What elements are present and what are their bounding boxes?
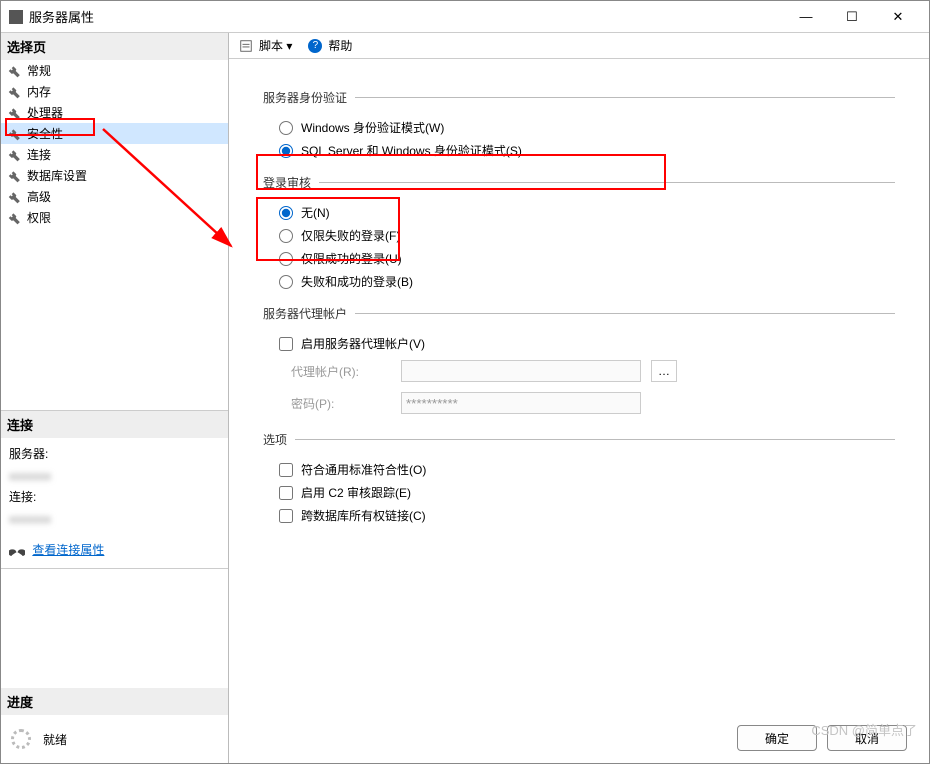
progress-block: 就绪 — [1, 715, 228, 763]
titlebar: 服务器属性 — ☐ ✕ — [1, 1, 929, 33]
audit-fail-label: 仅限失败的登录(F) — [301, 227, 400, 244]
wrench-icon — [7, 127, 21, 141]
sidebar-item-label: 连接 — [27, 146, 51, 163]
close-button[interactable]: ✕ — [875, 2, 921, 32]
progress-text: 就绪 — [43, 731, 67, 748]
sidebar-item-label: 常规 — [27, 62, 51, 79]
connection-value: xxxxxxx — [9, 509, 220, 531]
sidebar-item-database-settings[interactable]: 数据库设置 — [1, 165, 228, 186]
audit-fail-radio[interactable] — [279, 229, 293, 243]
proxy-pwd-input — [401, 392, 641, 414]
audit-none-radio[interactable] — [279, 206, 293, 220]
sidebar-item-advanced[interactable]: 高级 — [1, 186, 228, 207]
opt-c2-label: 启用 C2 审核跟踪(E) — [301, 484, 411, 501]
minimize-button[interactable]: — — [783, 2, 829, 32]
wrench-icon — [7, 85, 21, 99]
sidebar-item-memory[interactable]: 内存 — [1, 81, 228, 102]
sidelist-header: 选择页 — [1, 33, 228, 60]
sidebar-item-label: 安全性 — [27, 125, 63, 142]
sidebar: 选择页 常规 内存 处理器 安全性 连接 数据库设置 高级 权限 连接 服务器:… — [1, 33, 229, 763]
opt-cross-checkbox[interactable] — [279, 509, 293, 523]
view-connection-props-link[interactable]: 查看连接属性 — [32, 543, 104, 557]
wrench-icon — [7, 169, 21, 183]
spinner-icon — [11, 729, 31, 749]
cancel-button[interactable]: 取消 — [827, 725, 907, 751]
sidebar-item-permissions[interactable]: 权限 — [1, 207, 228, 228]
wrench-icon — [7, 64, 21, 78]
window-title: 服务器属性 — [29, 7, 783, 26]
sidebar-item-label: 数据库设置 — [27, 167, 87, 184]
connection-header: 连接 — [1, 410, 228, 438]
auth-windows-radio[interactable] — [279, 121, 293, 135]
proxy-enable-label: 启用服务器代理帐户(V) — [301, 335, 425, 352]
audit-both-label: 失败和成功的登录(B) — [301, 273, 413, 290]
wrench-icon — [7, 106, 21, 120]
wrench-icon — [7, 211, 21, 225]
script-icon — [239, 39, 253, 53]
options-section-title: 选项 — [263, 431, 895, 448]
audit-section-title: 登录审核 — [263, 174, 895, 191]
wrench-icon — [7, 190, 21, 204]
main-pane: 脚本 ▾ ? 帮助 服务器身份验证 Windows 身份验证模式(W) SQL … — [229, 33, 929, 763]
sidebar-item-security[interactable]: 安全性 — [1, 123, 228, 144]
connection-label: 连接: — [9, 487, 220, 509]
footer: 确定 取消 — [229, 713, 929, 763]
proxy-account-label: 代理帐户(R): — [291, 363, 401, 380]
proxy-enable-checkbox[interactable] — [279, 337, 293, 351]
connection-icon — [9, 544, 25, 558]
auth-mixed-label: SQL Server 和 Windows 身份验证模式(S) — [301, 142, 522, 159]
auth-windows-label: Windows 身份验证模式(W) — [301, 119, 444, 136]
server-label: 服务器: — [9, 444, 220, 466]
opt-c2-checkbox[interactable] — [279, 486, 293, 500]
sidebar-item-label: 处理器 — [27, 104, 63, 121]
chevron-down-icon: ▾ — [286, 39, 292, 53]
help-icon: ? — [308, 39, 322, 53]
sidebar-item-label: 内存 — [27, 83, 51, 100]
audit-succ-radio[interactable] — [279, 252, 293, 266]
audit-both-radio[interactable] — [279, 275, 293, 289]
audit-none-label: 无(N) — [301, 204, 330, 221]
proxy-browse-button[interactable]: … — [651, 360, 677, 382]
opt-compliance-checkbox[interactable] — [279, 463, 293, 477]
proxy-section-title: 服务器代理帐户 — [263, 305, 895, 322]
sidebar-item-label: 权限 — [27, 209, 51, 226]
connection-block: 服务器: xxxxxxx 连接: xxxxxxx 查看连接属性 — [1, 438, 228, 568]
audit-succ-label: 仅限成功的登录(U) — [301, 250, 402, 267]
progress-header: 进度 — [1, 688, 228, 715]
toolbar: 脚本 ▾ ? 帮助 — [229, 33, 929, 59]
proxy-account-input — [401, 360, 641, 382]
wrench-icon — [7, 148, 21, 162]
sidebar-item-connections[interactable]: 连接 — [1, 144, 228, 165]
server-value: xxxxxxx — [9, 466, 220, 488]
maximize-button[interactable]: ☐ — [829, 2, 875, 32]
auth-mixed-radio[interactable] — [279, 144, 293, 158]
server-icon — [9, 10, 23, 24]
sidebar-item-general[interactable]: 常规 — [1, 60, 228, 81]
sidebar-item-processors[interactable]: 处理器 — [1, 102, 228, 123]
page-list: 常规 内存 处理器 安全性 连接 数据库设置 高级 权限 — [1, 60, 228, 410]
script-dropdown[interactable]: 脚本 ▾ — [259, 37, 292, 54]
opt-cross-label: 跨数据库所有权链接(C) — [301, 507, 426, 524]
opt-compliance-label: 符合通用标准符合性(O) — [301, 461, 426, 478]
content-area: 服务器身份验证 Windows 身份验证模式(W) SQL Server 和 W… — [229, 59, 929, 713]
ok-button[interactable]: 确定 — [737, 725, 817, 751]
sidebar-item-label: 高级 — [27, 188, 51, 205]
proxy-pwd-label: 密码(P): — [291, 395, 401, 412]
auth-section-title: 服务器身份验证 — [263, 89, 895, 106]
help-link[interactable]: 帮助 — [328, 37, 352, 54]
